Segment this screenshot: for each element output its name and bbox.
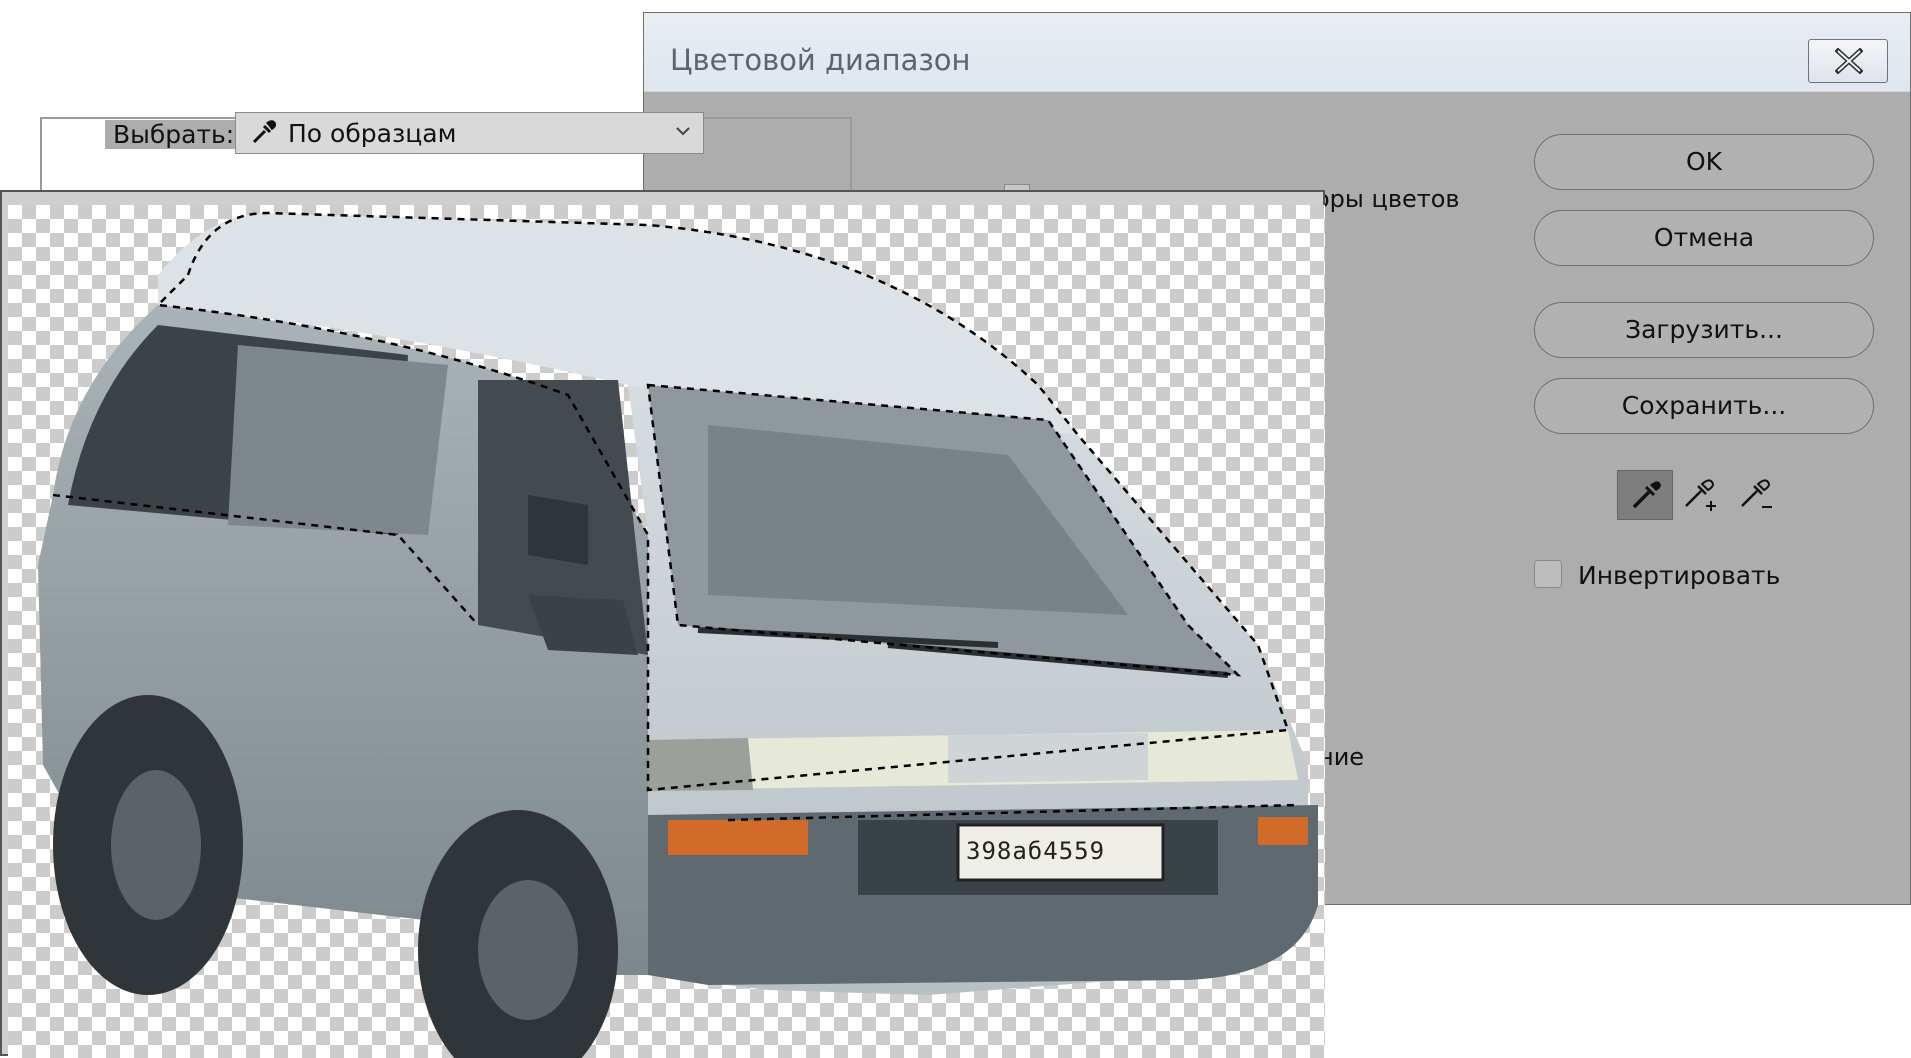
dialog-title: Цветовой диапазон xyxy=(670,43,971,77)
eyedropper-minus-icon xyxy=(1741,479,1772,508)
van-image xyxy=(38,211,1318,1058)
image-document-window: 398аб4559 xyxy=(0,190,1325,1058)
dialog-titlebar[interactable]: Цветовой диапазон xyxy=(644,13,1910,92)
eyedropper-icon xyxy=(1632,481,1661,509)
cancel-button[interactable]: Отмена xyxy=(1534,210,1874,266)
eyedropper-icon xyxy=(252,120,276,144)
license-plate-text: 398аб4559 xyxy=(966,837,1106,865)
eyedropper-minus-tool[interactable] xyxy=(1728,470,1784,520)
invert-label: Инвертировать xyxy=(1578,561,1781,590)
image-canvas[interactable]: 398аб4559 xyxy=(8,205,1325,1058)
partial-label-color-clusters: оры цветов xyxy=(1315,185,1460,213)
ok-button[interactable]: OK xyxy=(1534,134,1874,190)
invert-checkbox[interactable] xyxy=(1534,560,1562,588)
eyedropper-plus-tool[interactable] xyxy=(1672,470,1728,520)
load-button[interactable]: Загрузить... xyxy=(1534,302,1874,358)
select-value: По образцам xyxy=(288,119,457,148)
select-dropdown[interactable]: По образцам xyxy=(235,112,704,154)
chevron-down-icon xyxy=(676,127,690,136)
eyedropper-plus-icon xyxy=(1685,479,1716,511)
eyedropper-tool[interactable] xyxy=(1617,470,1673,520)
save-button[interactable]: Сохранить... xyxy=(1534,378,1874,434)
close-icon xyxy=(1835,48,1863,74)
close-button[interactable] xyxy=(1808,39,1888,83)
select-label: Выбрать: xyxy=(105,120,243,149)
